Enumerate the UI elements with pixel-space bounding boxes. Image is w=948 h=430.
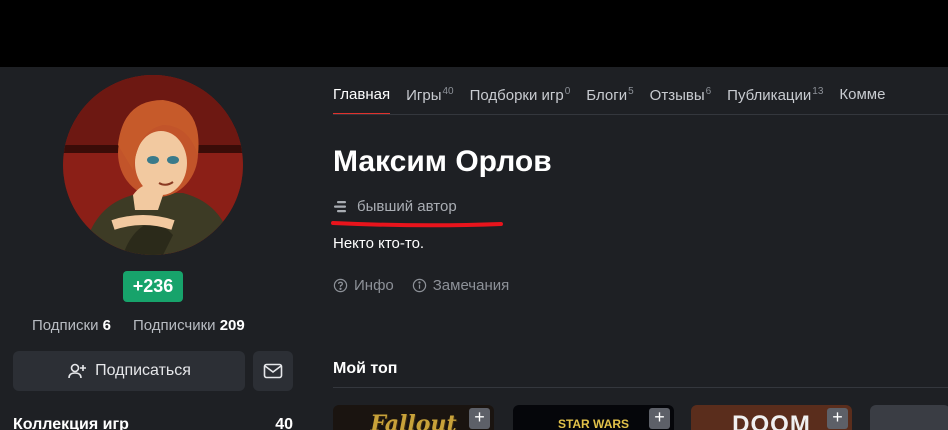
former-author-icon [334, 200, 346, 212]
question-circle-icon [333, 278, 348, 293]
red-underline-annotation [331, 221, 503, 228]
tab-reviews-count: 6 [705, 86, 712, 97]
collection-label: Коллекция игр [13, 416, 129, 430]
tab-comments[interactable]: Комме [839, 86, 885, 114]
tabs-divider [333, 114, 948, 115]
tab-publications-label: Публикации [727, 87, 812, 104]
tab-reviews-label: Отзывы [649, 87, 705, 104]
tab-collections-count: 0 [564, 86, 571, 97]
game-card[interactable] [870, 405, 948, 430]
tab-main-label: Главная [333, 86, 391, 103]
role-badge: бывший автор [333, 198, 457, 215]
subscriptions-count: 6 [102, 317, 112, 334]
subscribe-button-label: Подписаться [95, 362, 191, 379]
info-link[interactable]: Инфо [333, 277, 394, 294]
collection-count: 40 [275, 416, 293, 430]
tab-games-label: Игры [406, 87, 442, 104]
tab-collections[interactable]: Подборки игр0 [470, 86, 571, 114]
game-collection-row[interactable]: Коллекция игр 40 [13, 416, 293, 430]
profile-page: +236 Подписки 6 Подписчики 209 Подписатьс… [0, 67, 948, 430]
profile-tabs: Главная Игры40 Подборки игр0 Блоги5 Отзы… [333, 86, 901, 115]
tab-comments-label: Комме [839, 86, 886, 103]
tab-blogs-label: Блоги [586, 87, 628, 104]
game-card[interactable]: Fallout + [333, 405, 494, 430]
profile-name: Максим Орлов [333, 145, 552, 178]
profile-links: Инфо Замечания [333, 277, 509, 294]
profile-bio: Некто кто-то. [333, 235, 425, 252]
tab-collections-label: Подборки игр [469, 87, 564, 104]
tab-games[interactable]: Игры40 [406, 86, 454, 114]
add-to-collection-button[interactable]: + [649, 408, 670, 429]
remarks-link[interactable]: Замечания [412, 277, 510, 294]
subscriptions-link[interactable]: Подписки 6 [32, 317, 111, 334]
mail-icon [263, 363, 283, 379]
subscribers-label: Подписчики [133, 317, 216, 334]
follow-stats: Подписки 6 Подписчики 209 [32, 317, 245, 334]
role-label: бывший автор [357, 198, 457, 215]
subscriptions-label: Подписки [32, 317, 99, 334]
tab-publications-count: 13 [812, 86, 824, 97]
top-section-title: Мой топ [333, 360, 398, 377]
section-divider [333, 387, 948, 388]
subscribers-count: 209 [219, 317, 245, 334]
add-to-collection-button[interactable]: + [827, 408, 848, 429]
tab-main[interactable]: Главная [333, 86, 391, 115]
add-to-collection-button[interactable]: + [469, 408, 490, 429]
tab-blogs-count: 5 [628, 86, 634, 97]
info-circle-icon [412, 278, 426, 293]
tab-publications[interactable]: Публикации13 [727, 86, 823, 114]
message-button[interactable] [253, 351, 293, 391]
rating-badge: +236 [123, 271, 183, 302]
remarks-link-label: Замечания [432, 277, 510, 294]
tab-games-count: 40 [442, 86, 454, 97]
subscribers-link[interactable]: Подписчики 209 [133, 317, 245, 334]
info-link-label: Инфо [354, 277, 394, 294]
subscribe-button[interactable]: Подписаться [13, 351, 245, 391]
avatar[interactable] [63, 75, 243, 255]
game-card[interactable]: DOOM + [691, 405, 852, 430]
top-bar [0, 0, 948, 67]
game-card[interactable]: STAR WARS + [513, 405, 674, 430]
add-user-icon [68, 363, 87, 379]
tab-blogs[interactable]: Блоги5 [586, 86, 633, 114]
tab-reviews[interactable]: Отзывы6 [650, 86, 712, 114]
